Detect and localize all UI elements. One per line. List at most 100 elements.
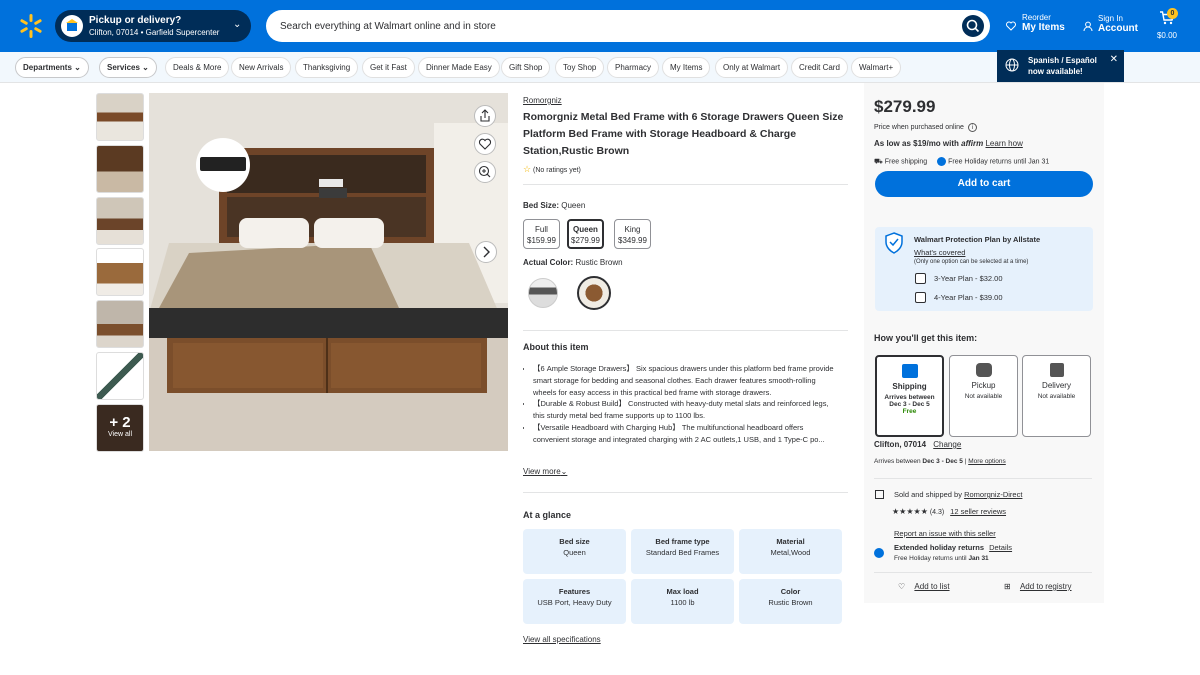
glance-label: Bed size	[559, 537, 590, 546]
fulfillment-delivery[interactable]: Delivery Not available	[1022, 355, 1091, 437]
nav-credit-card[interactable]: Credit Card	[791, 57, 848, 78]
info-icon[interactable]: i	[967, 123, 977, 132]
nav-toy-shop[interactable]: Toy Shop	[555, 57, 605, 78]
nav-gift-shop[interactable]: Gift Shop	[501, 57, 551, 78]
glance-tile: Material Metal,Wood	[739, 529, 842, 574]
seller-rating: (4.3)	[929, 509, 945, 516]
thumbnail-6[interactable]	[96, 352, 144, 400]
thumbnail-2[interactable]	[96, 145, 144, 193]
nav-new-arrivals[interactable]: New Arrivals	[231, 57, 292, 78]
color-swatch-rustic-brown[interactable]	[577, 276, 611, 310]
bullet-item: 【Durable & Robust Build】 Constructed wit…	[533, 398, 835, 422]
services-menu[interactable]: Services ⌄	[99, 57, 157, 78]
option-line1: Not available	[1037, 393, 1076, 400]
rating-text: (No ratings yet)	[533, 167, 581, 174]
close-icon[interactable]: ✕	[1110, 54, 1118, 65]
option-line1: Not available	[964, 393, 1003, 400]
option-line2: Dec 3 - Dec 5	[889, 401, 930, 408]
glance-label: Bed frame type	[655, 537, 710, 546]
about-title: About this item	[523, 342, 589, 352]
nav-dinner-made-easy[interactable]: Dinner Made Easy	[418, 57, 500, 78]
services-label: Services	[107, 63, 140, 72]
change-location-link[interactable]: Change	[933, 440, 961, 449]
nav-pharmacy[interactable]: Pharmacy	[607, 57, 660, 78]
view-all-thumbnails[interactable]: + 2 View all	[96, 404, 144, 452]
language-popup-line2: now available!	[1028, 67, 1083, 76]
brand-link[interactable]: Romorgniz	[523, 96, 562, 105]
thumbnail-1[interactable]	[96, 93, 144, 141]
favorite-button[interactable]	[474, 133, 496, 155]
size-name: Queen	[573, 225, 598, 234]
star-icon: ☆	[523, 164, 532, 174]
size-option-king[interactable]: King $349.99	[614, 219, 651, 249]
add-to-list-button[interactable]: ♡ Add to list	[898, 582, 950, 591]
view-more-link[interactable]: View more⌄	[523, 467, 567, 476]
report-seller-link[interactable]: Report an issue with this seller	[894, 529, 996, 538]
heart-icon: ♡	[898, 582, 906, 591]
share-button[interactable]	[474, 105, 496, 127]
thumbnail-3[interactable]	[96, 197, 144, 245]
seller-link[interactable]: Romorgniz-Direct	[964, 490, 1022, 499]
walmart-spark-logo[interactable]	[18, 13, 44, 39]
plan-3yr-label: 3-Year Plan - $32.00	[934, 274, 1003, 283]
reorder-link[interactable]: Reorder My Items	[1006, 13, 1065, 33]
about-bullets: 【6 Ample Storage Drawers】 Six spacious d…	[523, 363, 835, 458]
divider	[523, 492, 848, 493]
divider	[874, 478, 1092, 479]
fulfillment-title: How you'll get this item:	[874, 333, 978, 343]
nav-my-items[interactable]: My Items	[662, 57, 711, 78]
free-returns: Free Holiday returns until Jan 31	[948, 158, 1050, 166]
color-swatch-black[interactable]	[528, 278, 558, 308]
protection-note: (Only one option can be selected at a ti…	[914, 259, 1029, 265]
holiday-returns-prefix: Free Holiday returns until	[894, 555, 967, 562]
chevron-right-icon	[483, 246, 490, 258]
option-name: Shipping	[892, 382, 927, 391]
seller-reviews-link[interactable]: 12 seller reviews	[950, 507, 1006, 516]
view-all-specs-link[interactable]: View all specifications	[523, 635, 601, 644]
arrives-row: Arrives between Dec 3 - Dec 5 | More opt…	[874, 458, 1006, 465]
more-options-link[interactable]: More options	[968, 458, 1006, 465]
nav-walmart-plus[interactable]: Walmart+	[851, 57, 902, 78]
thumbnail-5[interactable]	[96, 300, 144, 348]
heart-icon	[478, 138, 492, 150]
plan-4yr-label: 4-Year Plan - $39.00	[934, 293, 1003, 302]
nav-deals[interactable]: Deals & More	[165, 57, 230, 78]
returns-details-link[interactable]: Details	[989, 543, 1012, 552]
car-icon	[975, 363, 992, 377]
fulfillment-shipping[interactable]: Shipping Arrives between Dec 3 - Dec 5 F…	[875, 355, 944, 437]
search-button[interactable]	[962, 15, 984, 37]
color-row: Actual Color: Rustic Brown	[523, 258, 623, 267]
share-icon	[480, 109, 490, 122]
plan-3yr-checkbox[interactable]	[915, 273, 926, 284]
free-shipping: Free shipping	[884, 158, 928, 166]
thumbnail-4[interactable]	[96, 248, 144, 296]
pickup-delivery-selector[interactable]: Pickup or delivery? Clifton, 07014 • Gar…	[55, 10, 251, 42]
shipping-icon	[901, 364, 918, 378]
cart-button[interactable]: 0 $0.00	[1155, 8, 1179, 40]
nav-thanksgiving[interactable]: Thanksgiving	[295, 57, 359, 78]
size-option-queen[interactable]: Queen $279.99	[567, 219, 604, 249]
nav-only-at-walmart[interactable]: Only at Walmart	[715, 57, 789, 78]
next-image-button[interactable]	[475, 241, 497, 263]
nav-get-it-fast[interactable]: Get it Fast	[362, 57, 415, 78]
bag-icon	[1049, 363, 1064, 377]
reorder-bottom: My Items	[1022, 22, 1065, 33]
extended-returns: Extended holiday returns	[894, 543, 985, 552]
fulfillment-pickup[interactable]: Pickup Not available	[949, 355, 1018, 437]
signin-bottom: Account	[1098, 23, 1138, 34]
signin-top: Sign In	[1098, 14, 1123, 23]
add-to-registry-button[interactable]: ⊞ Add to registry	[1004, 582, 1072, 591]
plan-4yr-checkbox[interactable]	[915, 292, 926, 303]
add-to-registry-label: Add to registry	[1019, 582, 1072, 591]
account-link[interactable]: Sign In Account	[1083, 14, 1138, 34]
size-option-full[interactable]: Full $159.99	[523, 219, 560, 249]
search-input[interactable]	[280, 10, 960, 42]
bed-size-label: Bed Size:	[523, 201, 560, 210]
chevron-down-icon: ⌄	[233, 19, 242, 30]
top-header: Pickup or delivery? Clifton, 07014 • Gar…	[0, 0, 1200, 52]
zoom-button[interactable]	[474, 161, 496, 183]
add-to-cart-button[interactable]: Add to cart	[875, 171, 1093, 197]
learn-how-link[interactable]: Learn how	[985, 139, 1022, 148]
whats-covered-link[interactable]: What's covered	[914, 248, 965, 257]
departments-menu[interactable]: Departments ⌄	[15, 57, 89, 78]
